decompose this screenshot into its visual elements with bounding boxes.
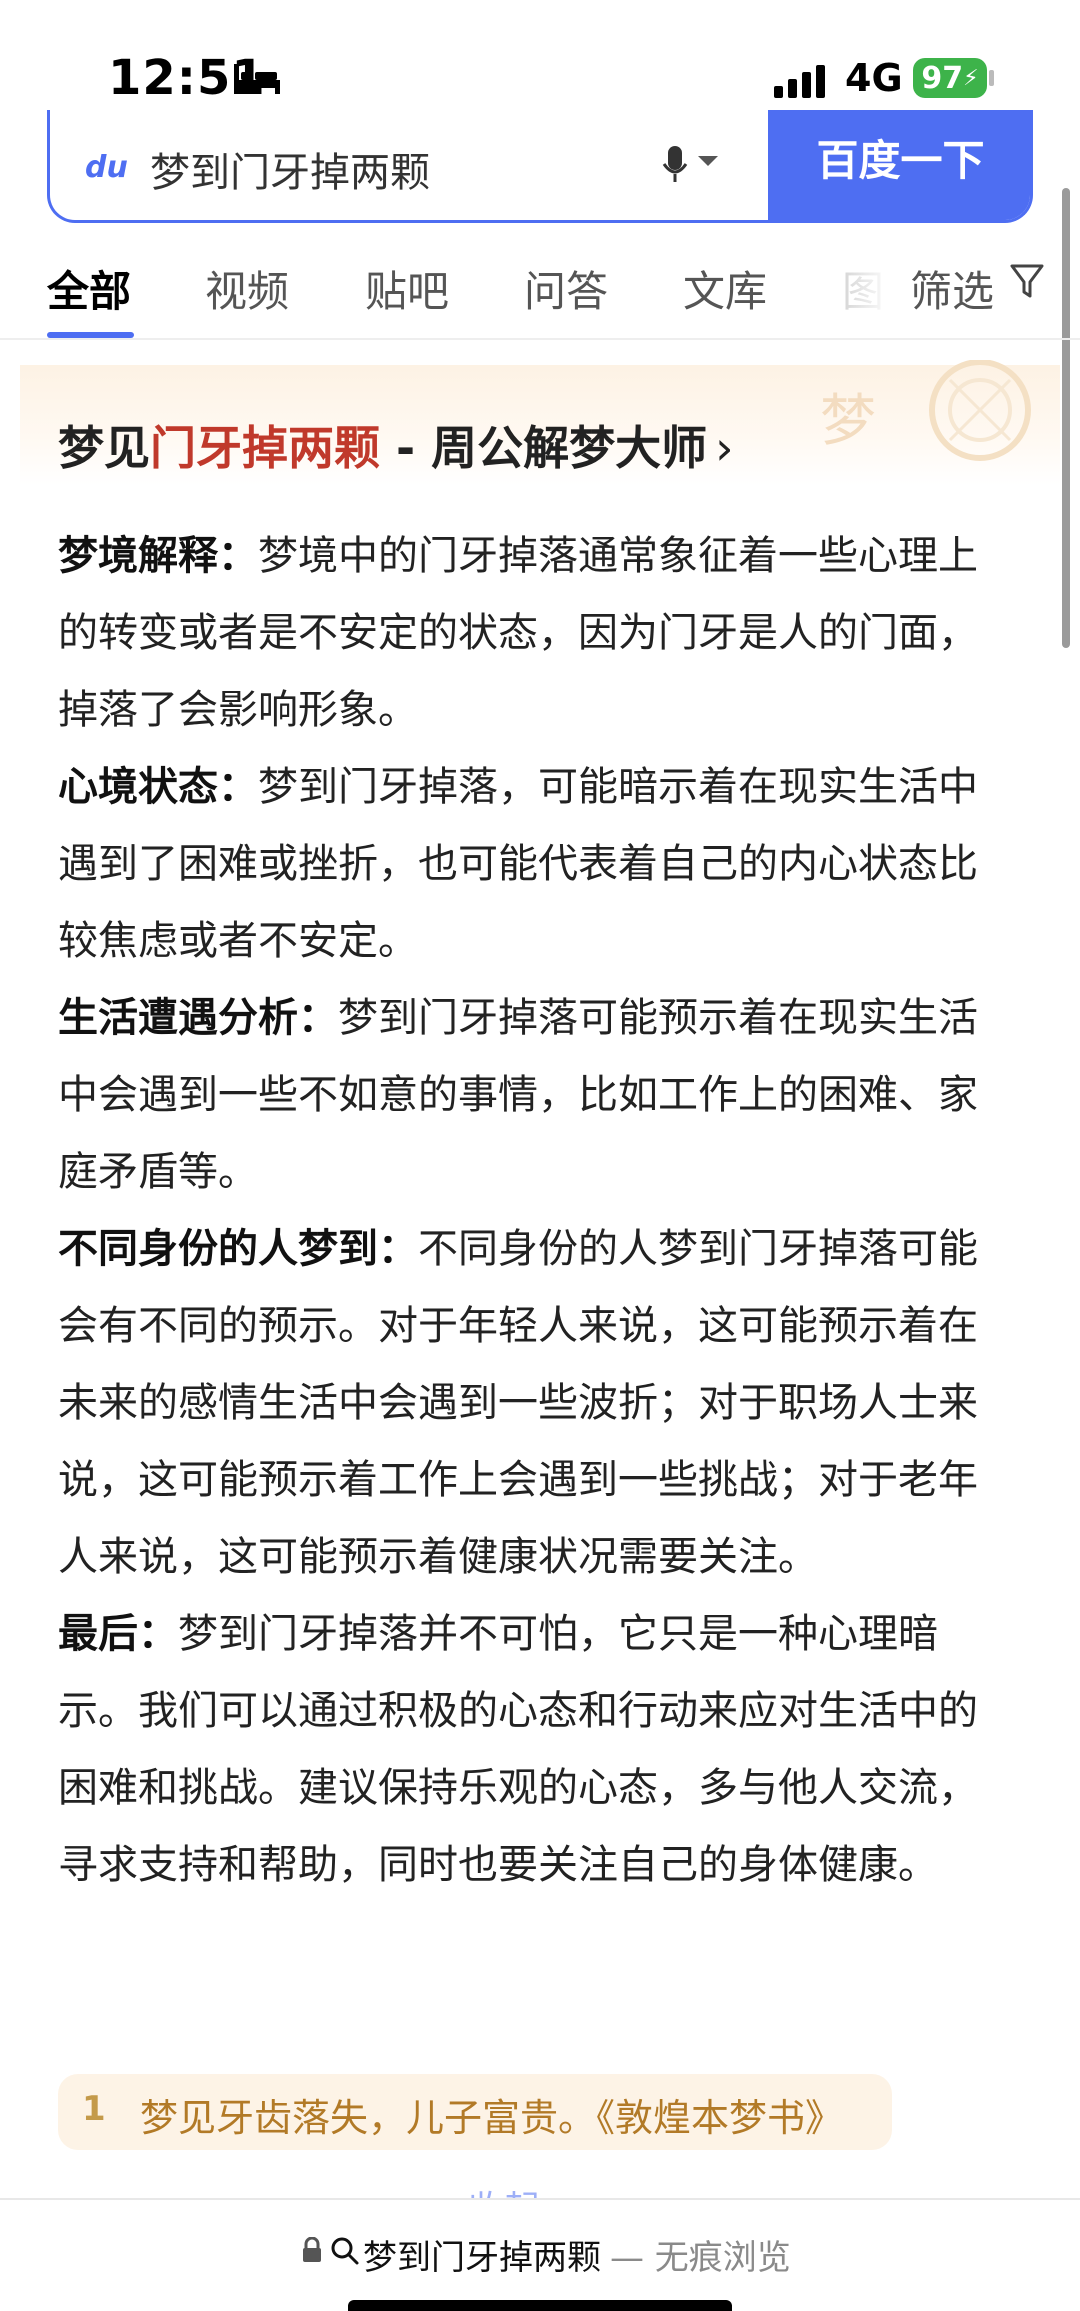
- battery-level: 97: [921, 60, 964, 96]
- quote-text: 梦见牙齿落失，儿子富贵。《敦煌本梦书》: [140, 2096, 844, 2140]
- paragraph-life-analysis: 生活遭遇分析：梦到门牙掉落可能预示着在现实生活中会遇到一些不如意的事情，比如工作…: [58, 980, 1008, 1211]
- filter-icon[interactable]: [1010, 262, 1044, 302]
- result-title-link[interactable]: 梦见门牙掉两颗 - 周公解梦大师 ›: [58, 412, 734, 478]
- tab-qa[interactable]: 问答: [524, 258, 608, 319]
- address-bar-query[interactable]: 梦到门牙掉两颗: [363, 2230, 601, 2279]
- paragraph-dream-explanation: 梦境解释：梦境中的门牙掉落通常象征着一些心理上的转变或者是不安定的状态，因为门牙…: [58, 518, 1008, 749]
- network-label: 4G: [845, 56, 903, 100]
- tab-fade: [830, 240, 920, 330]
- chevron-right-icon: ›: [715, 421, 734, 475]
- tab-bar: 全部 视频 贴吧 问答 文库 图 筛选: [0, 240, 1080, 340]
- battery-cap: [989, 70, 994, 86]
- result-title-suffix: - 周公解梦大师: [380, 421, 708, 475]
- page: 12:51 4G 97 ⚡ du 梦到门牙掉两颗 百度一下 全部 视频 贴吧 问…: [0, 0, 1080, 2311]
- tabs-divider: [0, 338, 1080, 340]
- bed-icon: [234, 64, 280, 94]
- signal-strength-icon: [774, 65, 825, 98]
- battery-icon: 97 ⚡: [913, 58, 987, 98]
- result-title-highlight: 门牙掉两颗: [150, 421, 380, 475]
- private-browsing-label: — 无痕浏览: [610, 2238, 791, 2278]
- paragraph-text: 梦到门牙掉落并不可怕，它只是一种心理暗示。我们可以通过积极的心态和行动来应对生活…: [58, 1611, 978, 1888]
- tab-all[interactable]: 全部: [47, 258, 131, 319]
- paragraph-label: 生活遭遇分析：: [58, 995, 338, 1041]
- tab-wenku[interactable]: 文库: [683, 258, 767, 319]
- filter-button[interactable]: 筛选: [910, 258, 994, 319]
- paragraph-text: 不同身份的人梦到门牙掉落可能会有不同的预示。对于年轻人来说，这可能预示着在未来的…: [58, 1226, 978, 1580]
- search-box[interactable]: du 梦到门牙掉两颗 百度一下: [47, 110, 1033, 223]
- dream-decoration-icon: 梦: [820, 360, 1031, 461]
- paragraph-conclusion: 最后：梦到门牙掉落并不可怕，它只是一种心理暗示。我们可以通过积极的心态和行动来应…: [58, 1596, 1008, 1904]
- search-input[interactable]: 梦到门牙掉两颗: [150, 140, 430, 198]
- result-title-prefix: 梦见: [58, 421, 150, 475]
- paragraph-label: 不同身份的人梦到：: [58, 1226, 418, 1272]
- result-body: 梦境解释：梦境中的门牙掉落通常象征着一些心理上的转变或者是不安定的状态，因为门牙…: [58, 518, 1008, 1904]
- lock-icon: [303, 2237, 321, 2262]
- baidu-logo-icon: du: [85, 150, 128, 185]
- svg-text:梦: 梦: [820, 389, 876, 454]
- home-indicator[interactable]: [348, 2300, 732, 2311]
- search-button[interactable]: 百度一下: [768, 110, 1030, 220]
- paragraph-label: 心境状态：: [58, 764, 258, 810]
- paragraph-mental-state: 心境状态：梦到门牙掉落，可能暗示着在现实生活中遇到了困难或挫折，也可能代表着自己…: [58, 749, 1008, 980]
- quote-number: 1: [82, 2089, 106, 2129]
- search-icon: [331, 2237, 359, 2265]
- paragraph-label: 梦境解释：: [58, 533, 258, 579]
- paragraph-identity: 不同身份的人梦到：不同身份的人梦到门牙掉落可能会有不同的预示。对于年轻人来说，这…: [58, 1211, 1008, 1596]
- tab-tieba[interactable]: 贴吧: [365, 258, 449, 319]
- microphone-icon[interactable]: [662, 146, 722, 186]
- tab-video[interactable]: 视频: [205, 258, 289, 319]
- paragraph-label: 最后：: [58, 1611, 178, 1657]
